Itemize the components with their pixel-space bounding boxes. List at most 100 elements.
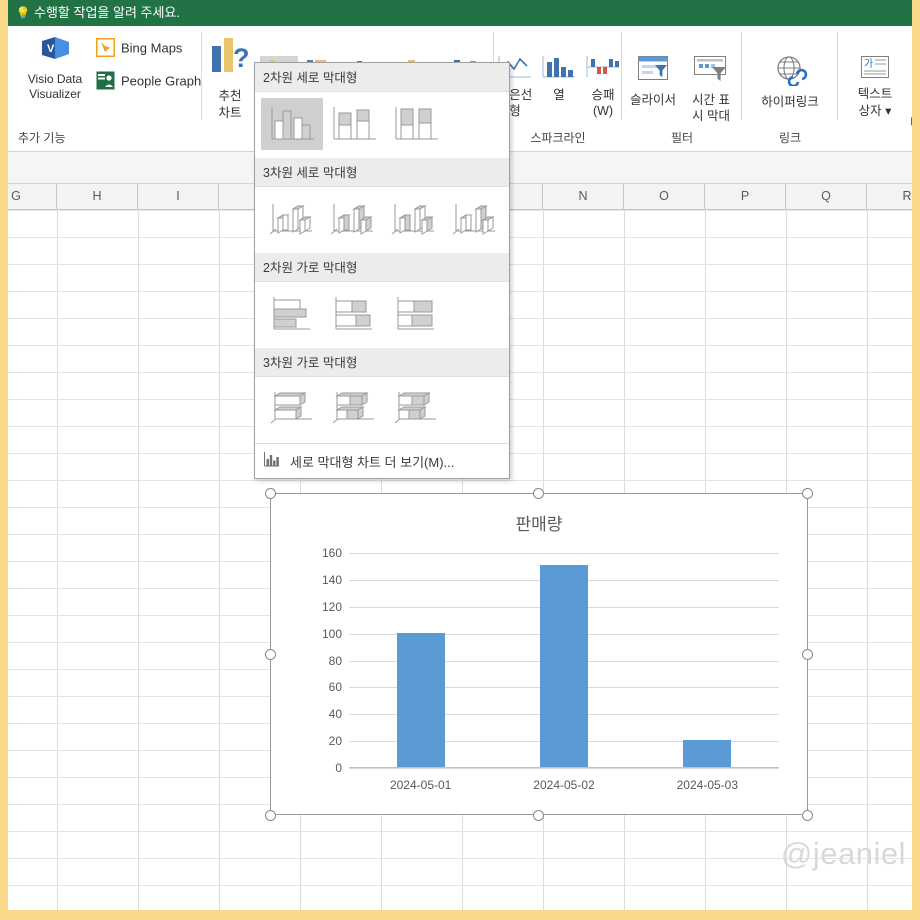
y-axis-tick: 80 [328, 653, 342, 668]
gallery-item-3d-100-stacked-bar[interactable] [385, 383, 447, 435]
text-box-button[interactable]: 가 텍스트 상자 ▾ [844, 54, 906, 120]
chart-handle-sw[interactable] [265, 810, 276, 821]
recommended-charts-icon: ? [212, 38, 250, 73]
column-header-H[interactable]: H [57, 184, 138, 209]
3d-100-stacked-bar-icon [394, 392, 436, 424]
ribbon-group-filters: 슬라이서 시간 표시 막대 필터 [622, 26, 742, 151]
stacked-bar-icon [335, 297, 372, 330]
gallery-item-3d-100-stacked-column[interactable] [383, 193, 444, 245]
chart-handle-ne[interactable] [802, 488, 813, 499]
svg-text:가: 가 [864, 58, 873, 70]
people-graph-icon [96, 71, 115, 93]
hyperlink-icon [777, 56, 808, 86]
grid-vline [57, 210, 58, 910]
gallery-item-3d-stacked-bar[interactable] [323, 383, 385, 435]
people-graph-label: People Graph [121, 73, 202, 89]
clustered-bar-icon [273, 297, 310, 330]
watermark: @jeaniel [780, 836, 906, 871]
ribbon-group-links: 하이퍼링크 링크 [742, 26, 838, 151]
chart-bar[interactable] [683, 740, 732, 767]
column-header-P[interactable]: P [705, 184, 786, 209]
gallery-section-title: 2차원 가로 막대형 [255, 253, 509, 282]
more-column-charts-label: 세로 막대형 차트 더 보기(M)... [290, 454, 455, 470]
column-header-N[interactable]: N [543, 184, 624, 209]
grid-vline [867, 210, 868, 910]
people-graph-button[interactable]: People Graph [96, 71, 201, 93]
winloss-sparkline-icon [586, 56, 619, 77]
grid-vline [219, 210, 220, 910]
hyperlink-label: 하이퍼링크 [761, 95, 819, 109]
y-axis-tick: 60 [328, 680, 342, 695]
gallery-row [255, 282, 509, 348]
sparklines-group-label: 스파크라인 [530, 131, 586, 145]
gallery-item-100-stacked-bar[interactable] [385, 288, 447, 340]
chart-handle-w[interactable] [265, 649, 276, 660]
text-box-icon: 가 [861, 56, 889, 78]
visio-data-visualizer-label: Visio Data Visualizer [27, 72, 83, 101]
100-stacked-column-icon [395, 107, 438, 140]
3d-stacked-bar-icon [332, 392, 374, 424]
gallery-item-stacked-bar[interactable] [323, 288, 385, 340]
svg-text:?: ? [233, 43, 250, 73]
y-axis-tick: 0 [335, 761, 342, 775]
excel-window: 💡 수행할 작업을 알려 주세요. V Visio Data Visualizer [0, 0, 920, 920]
bing-maps-label: Bing Maps [121, 40, 183, 56]
y-axis-tick: 20 [328, 734, 342, 749]
timeline-label: 시간 표시 막대 [692, 93, 730, 123]
x-axis-tick: 2024-05-02 [533, 778, 595, 792]
gallery-item-3d-clustered-bar[interactable] [261, 383, 323, 435]
slicer-label: 슬라이서 [629, 93, 676, 107]
gallery-item-stacked-column[interactable] [323, 98, 385, 150]
lightbulb-icon: 💡 [15, 6, 31, 20]
chart-bar[interactable] [396, 632, 445, 767]
slicer-button[interactable]: 슬라이서 [624, 54, 682, 108]
winloss-sparkline-button[interactable]: 승패 (W) [582, 54, 624, 119]
clustered-column-icon [271, 107, 314, 140]
text-box-label: 텍스트 상자 ▾ [857, 87, 893, 118]
gallery-item-3d-column[interactable] [444, 193, 505, 245]
visio-icon: V [42, 37, 69, 59]
column-chart-gallery[interactable]: 2차원 세로 막대형 3차원 세로 막대형 2차원 가로 막대형 3차원 가로 … [254, 62, 510, 479]
gridline [349, 768, 779, 769]
column-sparkline-button[interactable]: 열 [538, 54, 580, 103]
tell-me-bar[interactable]: 💡 수행할 작업을 알려 주세요. [8, 0, 912, 26]
gallery-item-100-stacked-column[interactable] [385, 98, 447, 150]
chart-object[interactable]: 판매량 0 20 40 60 80 100 120 140 160 2024-05-01 2024-… [270, 493, 808, 815]
addins-group-label: 추가 기능 [18, 131, 66, 145]
svg-text:V: V [47, 43, 55, 55]
bing-maps-button[interactable]: Bing Maps [95, 37, 183, 60]
hyperlink-button[interactable]: 하이퍼링크 [742, 54, 838, 110]
3d-column-icon [452, 204, 495, 235]
chart-handle-nw[interactable] [265, 488, 276, 499]
column-header-G[interactable]: G [8, 184, 57, 209]
gallery-item-3d-clustered-column[interactable] [261, 193, 322, 245]
recommended-charts-button[interactable]: ? 추천 차트 [204, 26, 256, 151]
column-header-R[interactable]: R [867, 184, 912, 209]
header-footer-label-2: 비 [910, 112, 912, 131]
gallery-row [255, 92, 509, 158]
gallery-item-3d-stacked-column[interactable] [322, 193, 383, 245]
visio-data-visualizer-button[interactable]: V Visio Data Visualizer [18, 34, 92, 102]
more-column-charts-item[interactable]: 세로 막대형 차트 더 보기(M)... [255, 443, 509, 478]
gallery-item-clustered-column[interactable] [261, 98, 323, 150]
ribbon-group-sparklines: 꺾은선형 열 승패 (W) 스파크라인 [494, 26, 622, 151]
column-header-Q[interactable]: Q [786, 184, 867, 209]
gallery-section-title: 3차원 가로 막대형 [255, 348, 509, 377]
ribbon-group-addins: V Visio Data Visualizer Bing Maps People… [10, 26, 202, 151]
x-axis-tick: 2024-05-01 [389, 778, 452, 792]
chart-handle-n[interactable] [533, 488, 544, 499]
column-header-I[interactable]: I [138, 184, 219, 209]
3d-clustered-bar-icon [270, 392, 312, 424]
grid-hline [8, 480, 912, 481]
timeline-button[interactable]: 시간 표시 막대 [682, 54, 740, 124]
timeline-icon [694, 56, 726, 81]
chart-bar[interactable] [540, 565, 588, 767]
header-footer-label-1: 머 [914, 92, 920, 111]
gallery-section-title: 3차원 세로 막대형 [255, 158, 509, 187]
recommended-charts-label: 추천 차트 [218, 89, 242, 120]
column-header-O[interactable]: O [624, 184, 705, 209]
chart-handle-e[interactable] [802, 649, 813, 660]
chart-handle-s[interactable] [533, 810, 544, 821]
gallery-item-clustered-bar[interactable] [261, 288, 323, 340]
chart-handle-se[interactable] [802, 810, 813, 821]
